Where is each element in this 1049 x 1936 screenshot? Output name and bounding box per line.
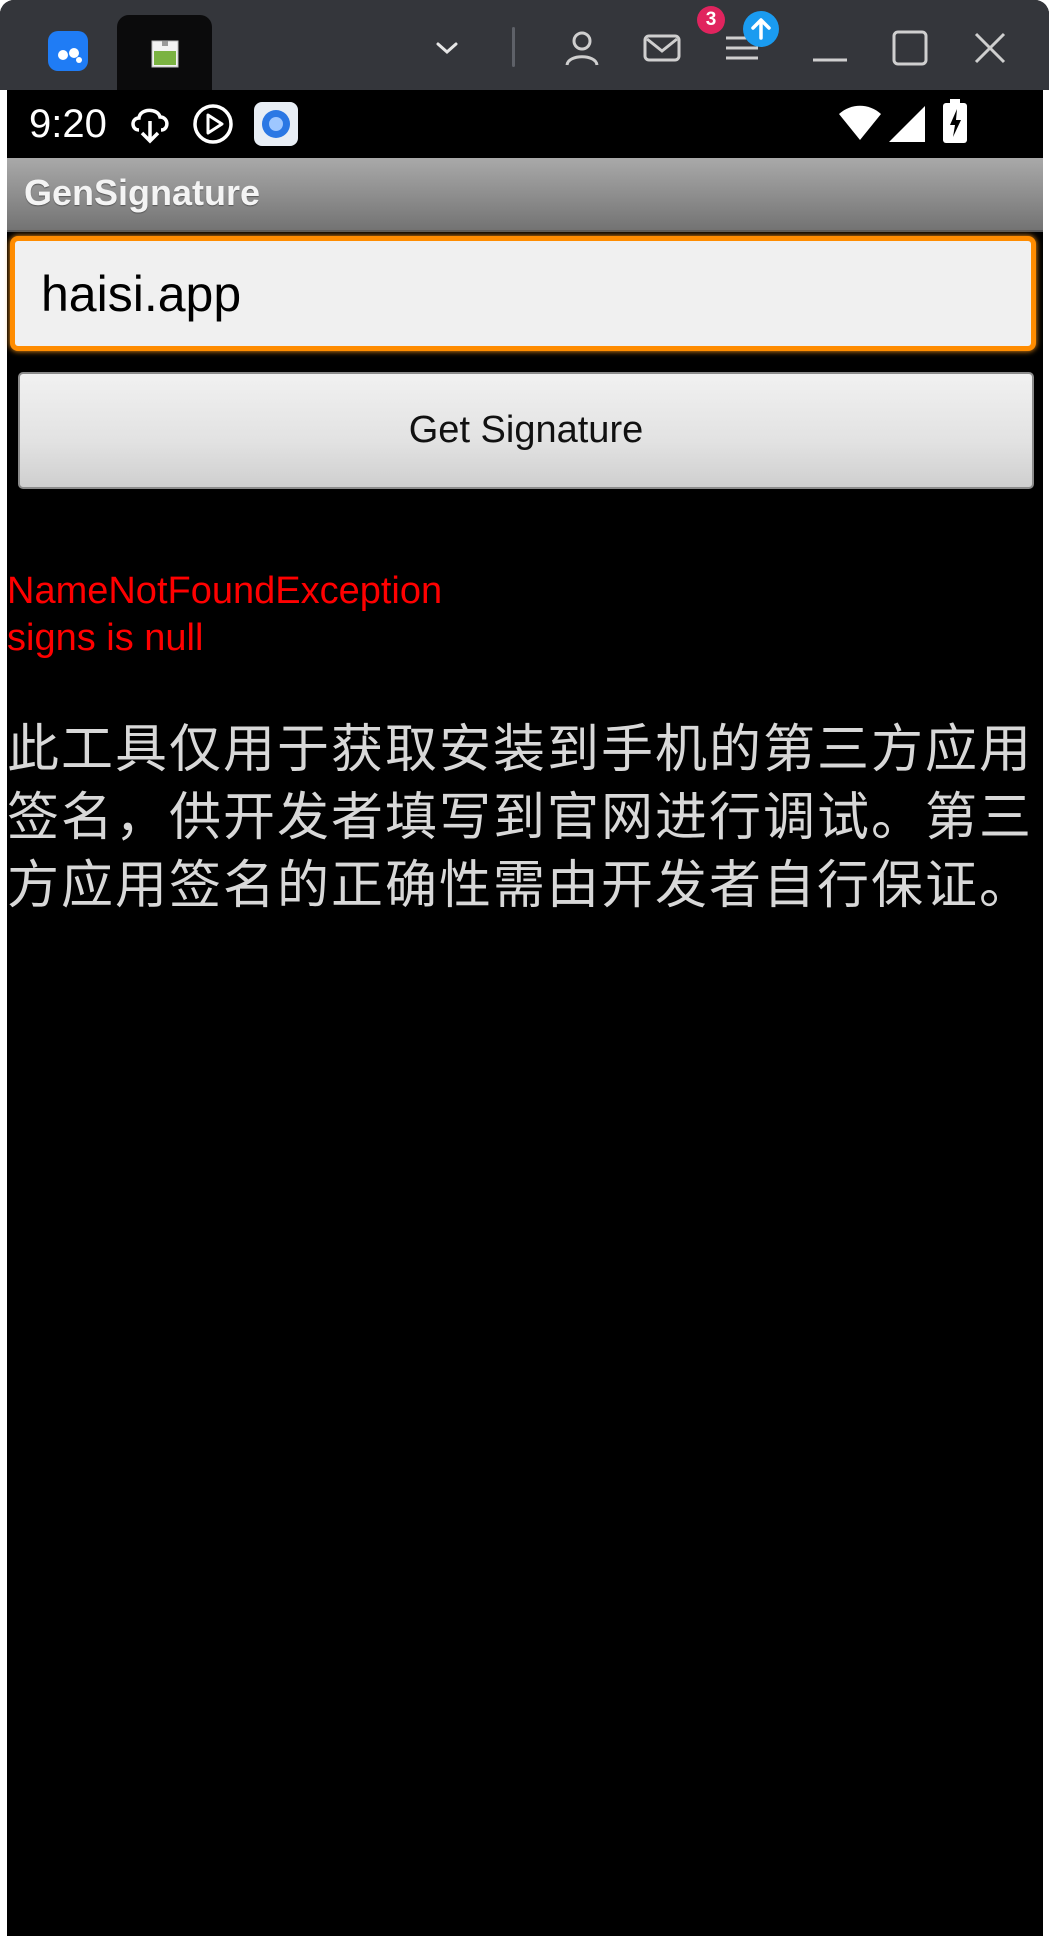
close-icon[interactable] (968, 26, 1012, 70)
result-signs-text: signs is null (7, 617, 204, 659)
chevron-down-icon[interactable] (425, 26, 469, 70)
minimize-icon[interactable] (808, 26, 852, 70)
app-action-bar: GenSignature (7, 158, 1043, 232)
moomoo-logo-icon[interactable] (48, 31, 88, 71)
app-title: GenSignature (24, 172, 261, 213)
result-error-text: NameNotFoundException (7, 570, 443, 612)
window-titlebar: 3 (0, 0, 1049, 90)
upload-arrow-icon[interactable] (743, 11, 779, 47)
android-app-icon (149, 37, 181, 69)
app-content: Get Signature NameNotFoundException sign… (7, 232, 1043, 1932)
browser-tab[interactable] (117, 15, 212, 90)
package-name-input[interactable] (10, 236, 1036, 351)
play-circle-icon (190, 100, 236, 152)
notification-badge: 3 (697, 6, 725, 34)
tool-description: 此工具仅用于获取安装到手机的第三方应用签名，供开发者填写到官网进行调试。第三方应… (7, 720, 1034, 916)
maximize-icon[interactable] (888, 26, 932, 70)
battery-charging-icon (940, 98, 970, 150)
background-page-edge-right (1043, 90, 1049, 1936)
toolbar-divider (512, 27, 515, 67)
mail-icon[interactable] (640, 26, 684, 70)
cloud-download-icon (127, 100, 173, 152)
app-window: 3 9:20 GenSignature haisi.app Get Signat… (0, 0, 1049, 1936)
app-notification-icon (254, 102, 298, 146)
status-clock: 9:20 (29, 102, 107, 146)
get-signature-button[interactable]: Get Signature (18, 372, 1034, 489)
wifi-icon (837, 104, 883, 148)
person-icon[interactable] (560, 26, 604, 70)
signal-icon (887, 104, 927, 148)
background-page-edge-left (0, 90, 7, 1936)
android-status-bar: 9:20 (7, 90, 1043, 158)
